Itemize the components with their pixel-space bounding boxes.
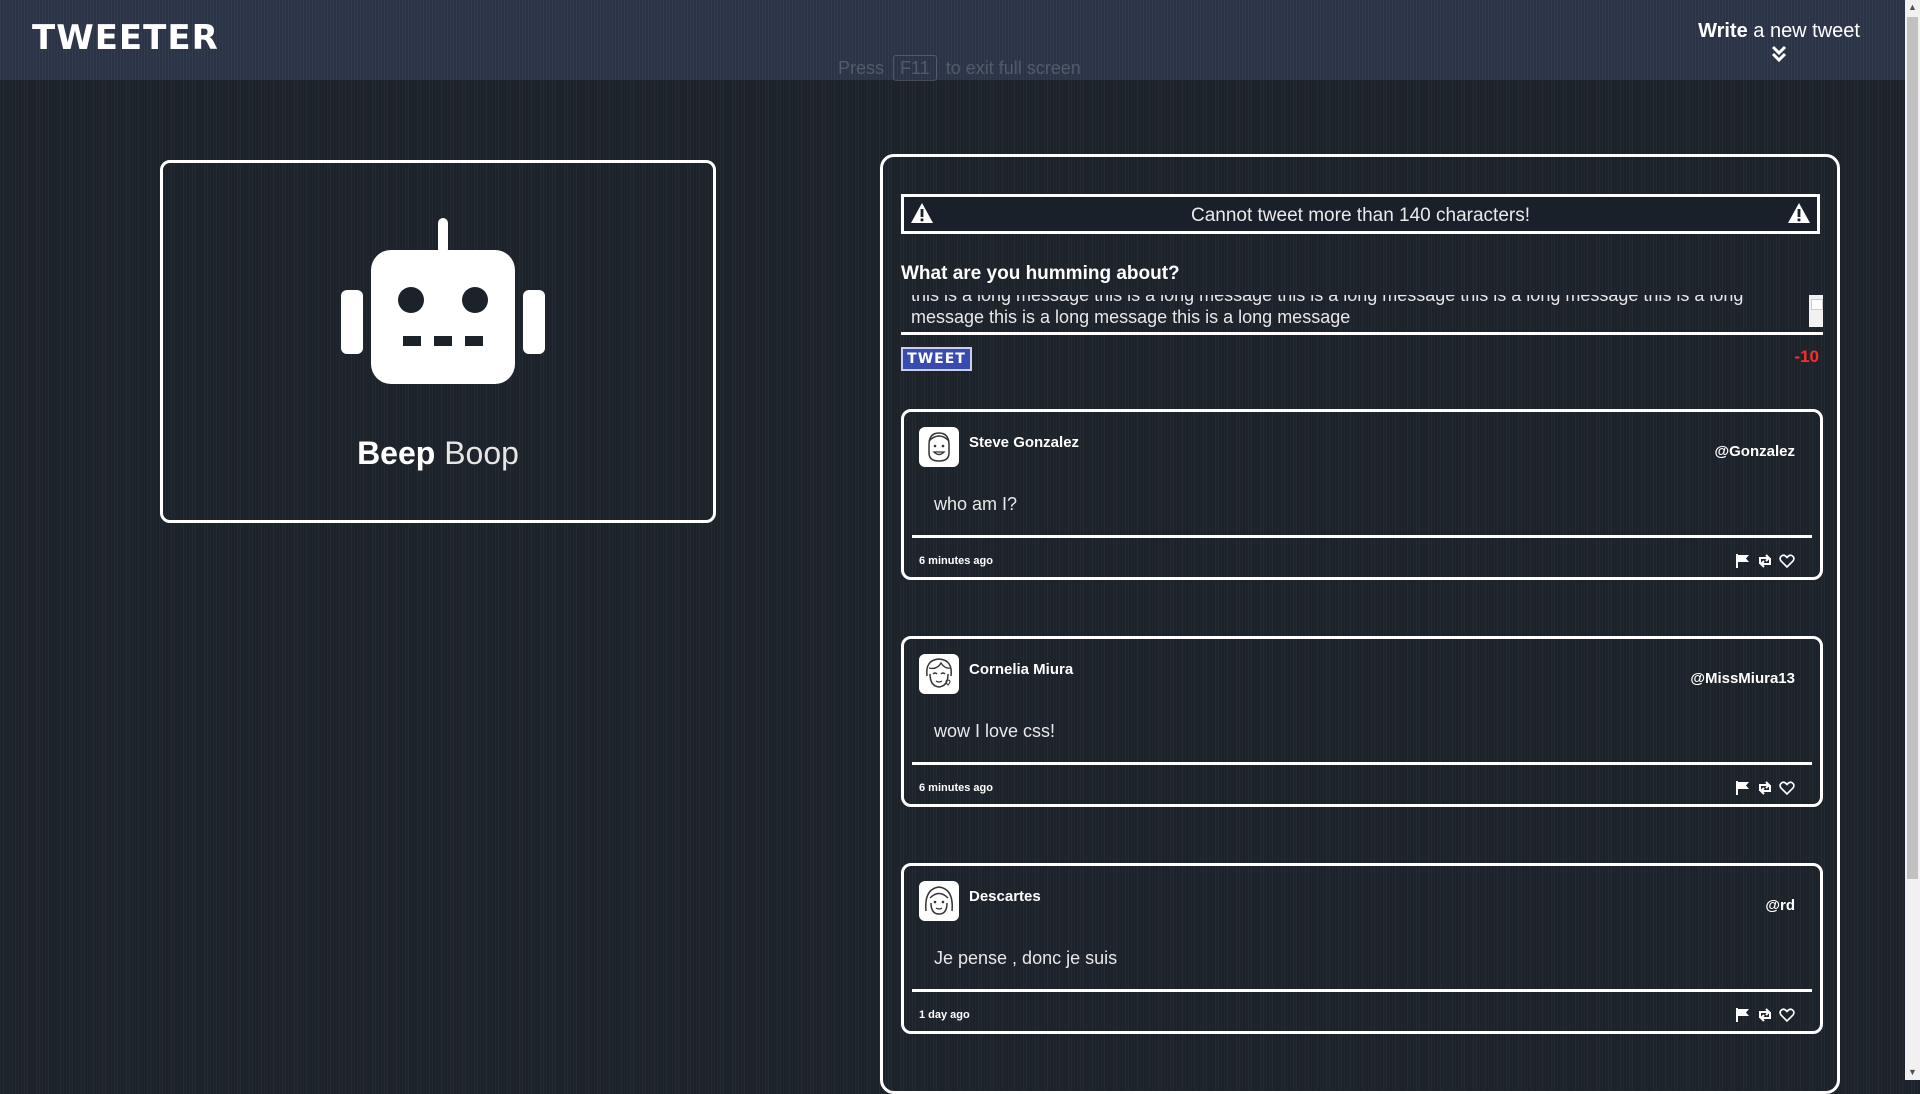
compose-prompt: What are you humming about? bbox=[901, 263, 1180, 284]
write-tweet-toggle[interactable]: Write a new tweet bbox=[1698, 20, 1860, 63]
top-nav: TWEETER Press F11 to exit full screen Wr… bbox=[0, 0, 1905, 81]
flag-icon[interactable] bbox=[1735, 780, 1751, 796]
tweet-actions bbox=[1735, 1007, 1795, 1023]
app-logo[interactable]: TWEETER bbox=[32, 18, 219, 58]
scrollbar-thumb[interactable] bbox=[1907, 17, 1918, 879]
profile-card: Beep Boop bbox=[160, 160, 716, 523]
tweet-divider bbox=[912, 535, 1812, 538]
tweet-button[interactable]: TWEET bbox=[901, 347, 972, 371]
tweet-card: Steve Gonzalez @Gonzalez who am I? 6 min… bbox=[901, 409, 1823, 580]
user-avatar-icon bbox=[926, 658, 952, 688]
tweet-author-handle[interactable]: @rd bbox=[1765, 897, 1795, 914]
tweet-divider bbox=[912, 762, 1812, 765]
tweet-card: Descartes @rd Je pense , donc je suis 1 … bbox=[901, 863, 1823, 1034]
tweet-text: wow I love css! bbox=[934, 721, 1056, 741]
fullscreen-hint-key: F11 bbox=[893, 55, 937, 81]
avatar bbox=[919, 881, 959, 921]
textarea-scroll-thumb[interactable] bbox=[1811, 299, 1823, 310]
fullscreen-hint-pre: Press bbox=[838, 58, 885, 78]
page-scrollbar[interactable]: ▲ ▼ bbox=[1905, 0, 1920, 1080]
avatar bbox=[919, 427, 959, 467]
tweet-textarea-text[interactable]: this is a long message this is a long me… bbox=[911, 295, 1801, 328]
heart-icon[interactable] bbox=[1779, 1007, 1795, 1023]
tweet-divider bbox=[912, 989, 1812, 992]
user-avatar-icon bbox=[925, 886, 953, 915]
profile-name: Beep Boop bbox=[163, 435, 713, 472]
error-banner: Cannot tweet more than 140 characters! bbox=[901, 194, 1820, 234]
double-chevron-down-icon[interactable] bbox=[1771, 45, 1787, 63]
tweet-timestamp: 6 minutes ago bbox=[919, 782, 993, 794]
scroll-down-arrow[interactable]: ▼ bbox=[1908, 1068, 1917, 1077]
tweet-actions bbox=[1735, 553, 1795, 569]
flag-icon[interactable] bbox=[1735, 1007, 1751, 1023]
profile-last-name: Boop bbox=[444, 435, 519, 471]
heart-icon[interactable] bbox=[1779, 780, 1795, 796]
avatar bbox=[919, 654, 959, 694]
user-avatar-icon bbox=[928, 432, 950, 462]
tweet-actions bbox=[1735, 780, 1795, 796]
fullscreen-hint: Press F11 to exit full screen bbox=[838, 55, 1081, 81]
tweet-timestamp: 6 minutes ago bbox=[919, 555, 993, 567]
tweet-text: who am I? bbox=[934, 494, 1018, 514]
retweet-icon[interactable] bbox=[1757, 553, 1773, 569]
tweet-author-handle[interactable]: @MissMiura13 bbox=[1690, 670, 1795, 687]
error-message: Cannot tweet more than 140 characters! bbox=[1190, 205, 1531, 226]
compose-toggle-bold: Write bbox=[1698, 20, 1748, 42]
compose-toggle-rest: a new tweet bbox=[1747, 20, 1860, 42]
scroll-up-arrow[interactable]: ▲ bbox=[1908, 3, 1917, 12]
tweet-card: Cornelia Miura @MissMiura13 wow I love c… bbox=[901, 636, 1823, 807]
fullscreen-hint-post: to exit full screen bbox=[945, 58, 1081, 78]
textarea-scrollbar[interactable] bbox=[1809, 295, 1823, 327]
retweet-icon[interactable] bbox=[1757, 1007, 1773, 1023]
retweet-icon[interactable] bbox=[1757, 780, 1773, 796]
tweet-author-name: Cornelia Miura bbox=[969, 661, 1074, 678]
warning-icon bbox=[1788, 203, 1810, 223]
tweet-timestamp: 1 day ago bbox=[919, 1009, 970, 1021]
tweet-author-name: Descartes bbox=[969, 888, 1041, 905]
heart-icon[interactable] bbox=[1779, 553, 1795, 569]
tweet-textarea[interactable]: this is a long message this is a long me… bbox=[901, 295, 1823, 335]
char-counter: -10 bbox=[1794, 347, 1819, 366]
profile-first-name: Beep bbox=[357, 435, 436, 471]
main-panel: Cannot tweet more than 140 characters! W… bbox=[880, 154, 1840, 1094]
tweet-author-handle[interactable]: @Gonzalez bbox=[1715, 443, 1795, 460]
tweet-author-name: Steve Gonzalez bbox=[969, 434, 1080, 451]
robot-icon bbox=[341, 218, 545, 384]
tweet-text: Je pense , donc je suis bbox=[934, 948, 1118, 968]
flag-icon[interactable] bbox=[1735, 553, 1751, 569]
